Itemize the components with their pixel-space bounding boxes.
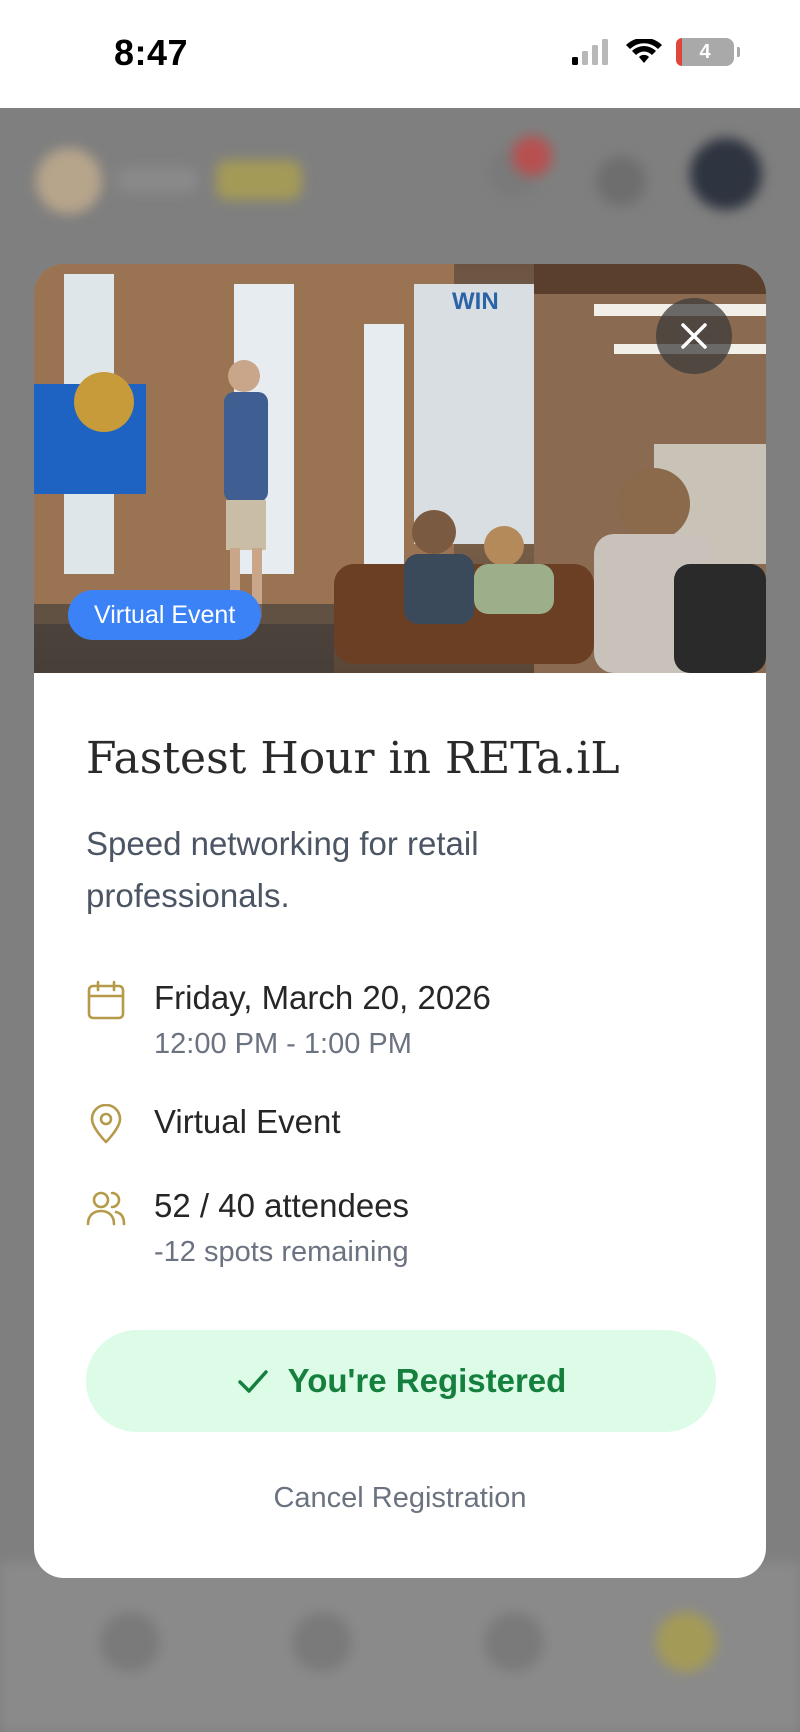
- event-title: Fastest Hour in RETa.iL: [86, 733, 620, 784]
- checkmark-icon: [237, 1370, 268, 1393]
- signal-icon: [572, 39, 608, 65]
- background-tab: [292, 1612, 352, 1672]
- background-profile-avatar: [690, 138, 762, 210]
- event-time: 12:00 PM - 1:00 PM: [154, 1028, 412, 1060]
- attendees-row: 52 / 40 attendees -12 spots remaining: [86, 1186, 714, 1270]
- event-location: Virtual Event: [154, 1103, 341, 1140]
- background-name: [118, 168, 198, 192]
- close-icon: [681, 323, 707, 349]
- event-type-badge: Virtual Event: [68, 590, 262, 640]
- background-badge: [216, 160, 302, 200]
- battery-icon: 4: [676, 38, 740, 66]
- attendee-count: 52 / 40 attendees: [154, 1187, 410, 1224]
- event-description: Speed networking for retail professional…: [86, 825, 479, 914]
- background-tab: [100, 1612, 160, 1672]
- registered-button[interactable]: You're Registered: [86, 1330, 716, 1432]
- event-hero-image: WIN Virtual Event: [34, 264, 766, 673]
- wifi-icon: [626, 39, 662, 63]
- close-button[interactable]: [656, 298, 732, 374]
- users-icon: [86, 1191, 126, 1226]
- background-tab-bar: [0, 1562, 800, 1732]
- background-tab: [484, 1612, 544, 1672]
- status-time: 8:47: [114, 32, 189, 73]
- background-tab-active: [656, 1612, 716, 1672]
- location-row: Virtual Event: [86, 1102, 714, 1144]
- svg-text:WIN: WIN: [452, 288, 499, 315]
- map-pin-icon: [90, 1104, 122, 1144]
- background-gear-icon: [596, 156, 646, 206]
- background-avatar: [36, 148, 102, 214]
- date-row: Friday, March 20, 2026 12:00 PM - 1:00 P…: [86, 978, 714, 1062]
- event-details: Fastest Hour in RETa.iL Speed networking…: [86, 673, 714, 1270]
- spots-remaining: -12 spots remaining: [154, 1236, 409, 1268]
- status-bar: 8:47 4: [0, 0, 800, 108]
- event-date: Friday, March 20, 2026: [154, 979, 491, 1016]
- status-icons: 4: [572, 38, 740, 66]
- registered-label: You're Registered: [287, 1362, 567, 1399]
- cancel-registration-link[interactable]: Cancel Registration: [34, 1482, 766, 1515]
- background-notification-dot: [512, 136, 552, 176]
- calendar-icon: [87, 980, 125, 1020]
- event-detail-modal: WIN Virtual Event Fastest Hour in RETa.i…: [34, 264, 766, 1578]
